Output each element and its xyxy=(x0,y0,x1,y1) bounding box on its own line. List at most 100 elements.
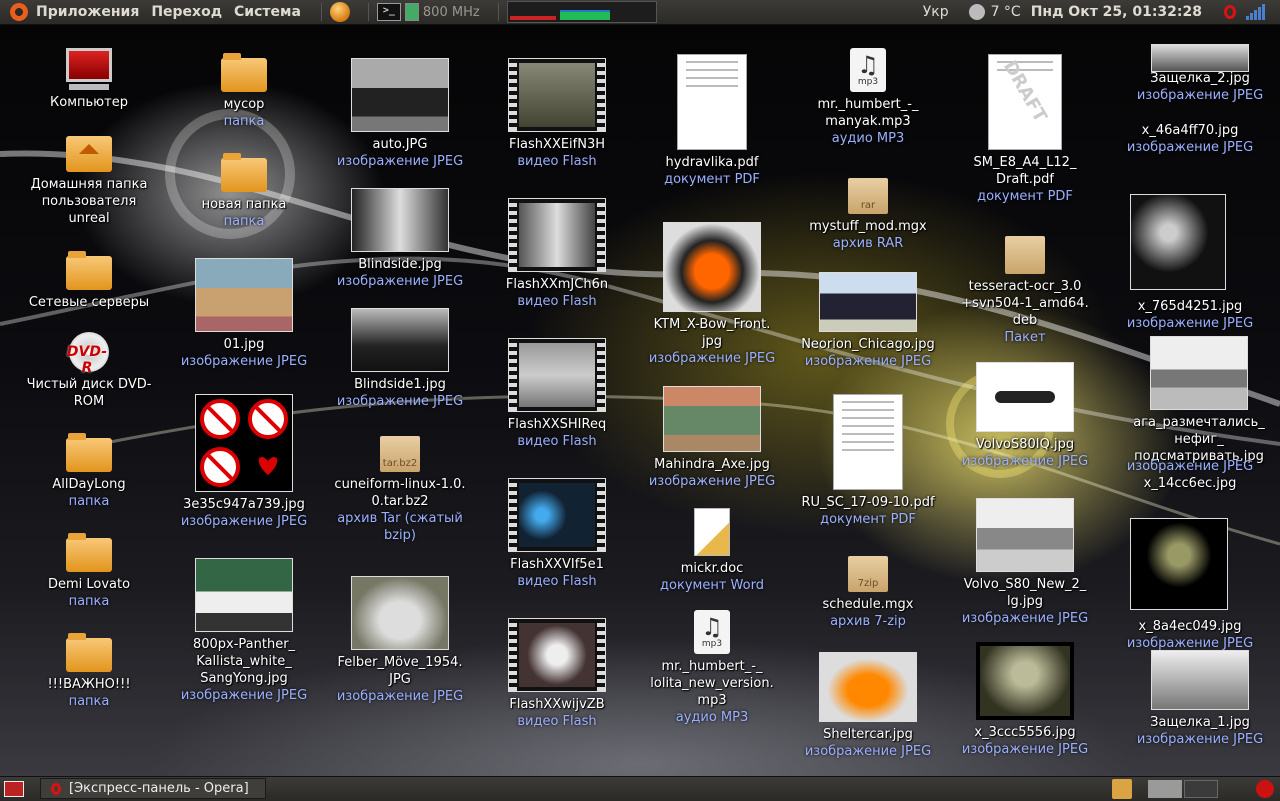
workspace-2[interactable] xyxy=(1184,780,1218,798)
icon-label: новая папка xyxy=(201,197,287,212)
desktop-icon-flash-2[interactable]: FlashXXmJCh6n видео Flash xyxy=(500,198,614,310)
icon-label: mr._humbert_-_ lolita_new_version. mp3 xyxy=(650,659,774,708)
desktop-icon-x-14[interactable]: изображение JPEG x_14сс6ес.jpg xyxy=(1112,458,1268,492)
icon-type: изображение JPEG xyxy=(336,154,464,169)
terminal-launcher-icon[interactable]: >_ xyxy=(376,3,401,21)
audio-file-icon: ♫ mp3 xyxy=(694,610,730,654)
desktop-icon-sheltercar[interactable]: Sheltercar.jpg изображение JPEG xyxy=(800,652,936,760)
network-signal-icon[interactable] xyxy=(1246,4,1266,20)
desktop-icon-flash-3[interactable]: FlashXXSHIReq видео Flash xyxy=(500,338,614,450)
opera-tray-icon[interactable] xyxy=(1224,5,1236,19)
cpu-graph xyxy=(509,16,556,20)
desktop-icon-musor[interactable]: мусор папка xyxy=(194,53,294,130)
desktop-icon-auto-jpg[interactable]: auto.JPG изображение JPEG xyxy=(334,58,466,170)
desktop-icon-network[interactable]: Сетевые серверы xyxy=(26,251,152,311)
desktop-icon-zashelka-1[interactable]: Защелка_1.jpg изображение JPEG xyxy=(1130,650,1270,748)
desktop-icon-mystuff[interactable]: rar mystuff_mod.mgx архив RAR xyxy=(806,178,930,252)
icon-label: FlashXXSHIReq xyxy=(507,417,607,432)
clock[interactable]: Пнд Окт 25, 01:32:28 xyxy=(1031,4,1202,20)
desktop-icon-schedule[interactable]: 7zip schedule.mgx архив 7-zip xyxy=(806,556,930,630)
desktop-icon-x-8a4ec049[interactable]: x_8a4ec049.jpg изображение JPEG xyxy=(1112,618,1268,652)
icon-type: изображение JPEG xyxy=(336,394,464,409)
icon-type: папка xyxy=(223,214,265,229)
desktop-icon-x-765d4251-thumb[interactable] xyxy=(1130,194,1226,294)
weather-icon[interactable] xyxy=(968,4,985,20)
draft-watermark: DRAFT xyxy=(999,57,1051,126)
desktop-icon-blindside[interactable]: Blindside.jpg изображение JPEG xyxy=(334,188,466,290)
desktop-icon-3e35c947a739[interactable]: 3e35c947a739.jpg изображение JPEG xyxy=(178,394,310,530)
desktop-icon-felber[interactable]: Felber_Möve_1954. JPG изображение JPEG xyxy=(330,576,470,705)
desktop-icon-volvo-s80-new[interactable]: Volvo_S80_New_2_ lg.jpg изображение JPEG xyxy=(956,498,1094,627)
desktop-icon-01-jpg[interactable]: 01.jpg изображение JPEG xyxy=(178,258,310,370)
icon-type: видео Flash xyxy=(517,154,597,169)
desktop-icon-aga[interactable]: ага_размечтались_ нефиг_ подсматривать.j… xyxy=(1122,336,1276,465)
show-desktop-button[interactable] xyxy=(4,781,24,797)
desktop-icon-x-46a4ff70[interactable]: x_46a4ff70.jpg изображение JPEG xyxy=(1112,122,1268,156)
desktop-icon-flash-5[interactable]: FlashXXwijvZB видео Flash xyxy=(500,618,614,730)
desktop-icon-neorion[interactable]: Neorion_Chicago.jpg изображение JPEG xyxy=(798,272,938,370)
image-thumbnail xyxy=(1151,650,1249,710)
trash-icon[interactable] xyxy=(1112,779,1132,799)
workspace-1[interactable] xyxy=(1148,780,1182,798)
icon-label: 01.jpg xyxy=(223,337,265,352)
keyboard-layout-indicator[interactable]: Укр xyxy=(923,4,949,20)
power-icon[interactable] xyxy=(1256,780,1274,798)
desktop-icon-mahindra[interactable]: Mahindra_Axe.jpg изображение JPEG xyxy=(644,386,780,490)
desktop-icon-panther[interactable]: 800px-Panther_ Kallista_white_ SangYong.… xyxy=(174,558,314,704)
desktop-icon-cuneiform[interactable]: tar.bz2 cuneiform-linux-1.0. 0.tar.bz2 а… xyxy=(330,436,470,544)
ubuntu-logo-icon[interactable] xyxy=(10,3,28,21)
desktop-icon-flash-1[interactable]: FlashXXEifN3H видео Flash xyxy=(500,58,614,170)
desktop-icon-new-folder[interactable]: новая папка папка xyxy=(194,153,294,230)
desktop-icon-volvos80iq[interactable]: VolvoS80IQ.jpg изображение JPEG xyxy=(958,362,1092,470)
cpu-frequency[interactable]: 800 MHz xyxy=(423,5,480,20)
menu-places[interactable]: Переход xyxy=(151,4,222,20)
desktop-icon-tesseract-deb[interactable]: tesseract-ocr_3.0 +svn504-1_amd64. deb П… xyxy=(960,236,1090,346)
icon-label: tesseract-ocr_3.0 +svn504-1_amd64. deb xyxy=(961,279,1089,328)
image-thumbnail xyxy=(195,258,293,332)
firefox-launcher-icon[interactable] xyxy=(329,2,350,22)
desktop-icon-hydravlika-pdf[interactable]: hydravlika.pdf документ PDF xyxy=(648,54,776,188)
desktop-icon-home[interactable]: Домашняя папка пользователя unreal xyxy=(26,136,152,227)
desktop-icon-computer[interactable]: Компьютер xyxy=(28,48,150,111)
desktop-icon-x-765d4251[interactable]: x_765d4251.jpg изображение JPEG xyxy=(1112,298,1268,332)
desktop-icon-x-8a4ec049-thumb[interactable] xyxy=(1130,518,1228,614)
icon-label: auto.JPG xyxy=(372,137,428,152)
icon-label: мусор xyxy=(223,97,265,112)
taskbar-window-title: [Экспресс-панель - Opera] xyxy=(69,781,249,796)
icon-label: Volvo_S80_New_2_ lg.jpg xyxy=(963,577,1087,609)
icon-type: изображение JPEG xyxy=(648,474,776,489)
icon-label: Защелка_1.jpg xyxy=(1150,715,1250,730)
icon-type: изображение JPEG xyxy=(648,351,776,366)
icon-type: изображение JPEG xyxy=(1136,88,1264,103)
opera-icon xyxy=(51,782,61,795)
desktop-icon-sm-draft-pdf[interactable]: DRAFT SM_E8_A4_L12_ Draft.pdf документ P… xyxy=(960,54,1090,205)
taskbar-opera-window[interactable]: [Экспресс-панель - Opera] xyxy=(40,778,266,799)
desktop-icon-mickr-doc[interactable]: mickr.doc документ Word xyxy=(648,508,776,594)
desktop-icon-x-3ccc5556[interactable]: x_3ccc5556.jpg изображение JPEG xyxy=(956,642,1094,758)
icon-type: папка xyxy=(68,694,110,709)
desktop-icon-alldaylong[interactable]: AllDayLong папка xyxy=(38,433,140,510)
menu-system[interactable]: Система xyxy=(234,4,301,20)
desktop-icon-manyak-mp3[interactable]: ♫ mp3 mr._humbert_-_ manyak.mp3 аудио MP3 xyxy=(806,48,930,147)
icon-label: x_8a4ec049.jpg xyxy=(1138,619,1242,634)
icon-label: VolvoS80IQ.jpg xyxy=(975,437,1075,452)
desktop-icon-ktm[interactable]: KTM_X-Bow_Front. jpg изображение JPEG xyxy=(644,222,780,367)
desktop-icon-flash-4[interactable]: FlashXXVIf5e1 видео Flash xyxy=(500,478,614,590)
icon-type: изображение JPEG xyxy=(180,354,308,369)
desktop-icon-demi-lovato[interactable]: Demi Lovato папка xyxy=(38,533,140,610)
video-thumbnail xyxy=(508,618,606,692)
icon-type: изображение JPEG xyxy=(961,611,1089,626)
temperature[interactable]: 7 °C xyxy=(991,4,1021,20)
desktop-icon-lolita-mp3[interactable]: ♫ mp3 mr._humbert_-_ lolita_new_version. … xyxy=(648,610,776,726)
icon-label: AllDayLong xyxy=(52,477,126,492)
image-thumbnail xyxy=(976,362,1074,432)
desktop-icon-blindside1[interactable]: Blindside1.jpg изображение JPEG xyxy=(334,308,466,410)
desktop-icon-ru-sc-pdf[interactable]: RU_SC_17-09-10.pdf документ PDF xyxy=(798,394,938,528)
desktop-icon-vazhno[interactable]: !!!ВАЖНО!!! папка xyxy=(38,633,140,710)
video-thumbnail xyxy=(508,58,606,132)
desktop-icon-dvd[interactable]: DVD-R Чистый диск DVD-ROM xyxy=(22,332,156,410)
menu-applications[interactable]: Приложения xyxy=(36,4,139,20)
desktop-icon-zashelka-2[interactable]: Защелка_2.jpg изображение JPEG xyxy=(1130,44,1270,104)
system-monitor-graph[interactable] xyxy=(506,1,657,23)
image-thumbnail xyxy=(351,58,449,132)
